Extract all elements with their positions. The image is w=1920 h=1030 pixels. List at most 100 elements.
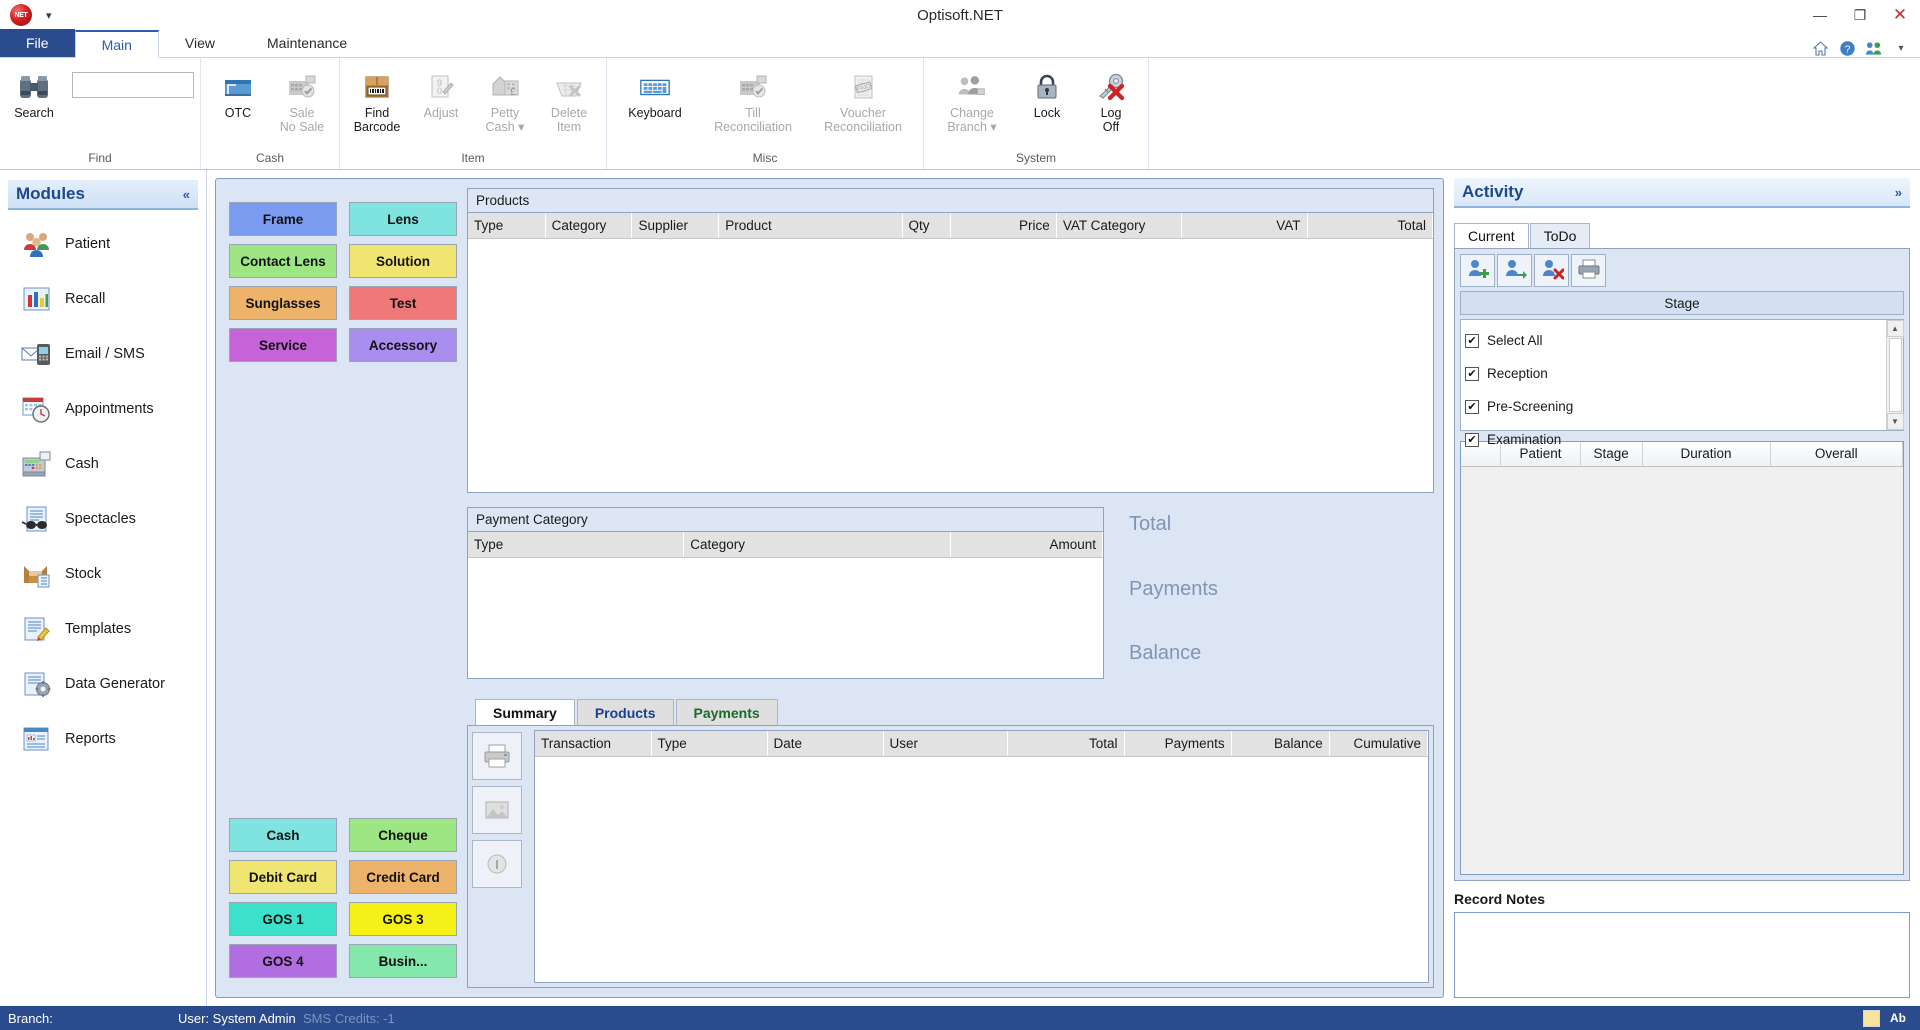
- payment-category-body[interactable]: [468, 557, 1103, 678]
- sale-button[interactable]: Sale No Sale: [271, 66, 333, 142]
- voucher-reconciliation-button[interactable]: PAID Voucher Reconciliation: [809, 66, 917, 142]
- stage-item-examination[interactable]: ✔ Examination: [1465, 423, 1886, 456]
- sidebar-collapse-icon[interactable]: «: [183, 187, 190, 202]
- payment-button-gos-1[interactable]: GOS 1: [229, 902, 337, 936]
- payment-button-gos-3[interactable]: GOS 3: [349, 902, 457, 936]
- printer-icon[interactable]: [472, 732, 522, 780]
- stage-button[interactable]: Stage: [1460, 291, 1904, 315]
- col-type[interactable]: Type: [468, 213, 546, 239]
- category-button-sunglasses[interactable]: Sunglasses: [229, 286, 337, 320]
- col-vat-category[interactable]: VAT Category: [1056, 213, 1183, 239]
- otc-button[interactable]: OTC: [207, 66, 269, 142]
- tab-main[interactable]: Main: [74, 30, 159, 58]
- add-patient-button[interactable]: [1460, 254, 1495, 287]
- help-icon[interactable]: ?: [1838, 39, 1856, 57]
- category-button-contact-lens[interactable]: Contact Lens: [229, 244, 337, 278]
- col-cumulative[interactable]: Cumulative: [1329, 731, 1429, 757]
- col-qty[interactable]: Qty: [902, 213, 951, 239]
- till-reconciliation-button[interactable]: Till Reconciliation: [699, 66, 807, 142]
- sidebar-item-patient[interactable]: Patient: [0, 216, 206, 271]
- restore-button[interactable]: ❐: [1840, 0, 1880, 30]
- close-button[interactable]: ✕: [1880, 0, 1920, 30]
- stage-list-scrollbar[interactable]: ▲ ▼: [1886, 320, 1904, 430]
- delete-item-button[interactable]: Delete Item: [538, 66, 600, 142]
- payment-button-business[interactable]: Busin...: [349, 944, 457, 978]
- col-type[interactable]: Type: [651, 731, 768, 757]
- category-button-lens[interactable]: Lens: [349, 202, 457, 236]
- scroll-down-icon[interactable]: ▼: [1886, 413, 1904, 430]
- tab-products[interactable]: Products: [576, 699, 674, 725]
- payment-button-debit-card[interactable]: Debit Card: [229, 860, 337, 894]
- scrollbar-thumb[interactable]: [1888, 338, 1902, 412]
- col-payments[interactable]: Payments: [1124, 731, 1232, 757]
- products-grid-body[interactable]: [468, 238, 1433, 492]
- stage-item-pre-screening[interactable]: ✔ Pre-Screening: [1465, 390, 1886, 423]
- export-icon[interactable]: [472, 786, 522, 834]
- minimize-button[interactable]: —: [1800, 0, 1840, 30]
- home-icon[interactable]: [1811, 39, 1829, 57]
- col-category[interactable]: Category: [545, 213, 633, 239]
- log-off-button[interactable]: Log Off: [1080, 66, 1142, 142]
- adjust-button[interactable]: 9 0 Adjust: [410, 66, 472, 142]
- sidebar-item-spectacles[interactable]: Spectacles: [0, 491, 206, 546]
- col-date[interactable]: Date: [767, 731, 884, 757]
- payment-button-cash[interactable]: Cash: [229, 818, 337, 852]
- category-button-accessory[interactable]: Accessory: [349, 328, 457, 362]
- col-user[interactable]: User: [883, 731, 1009, 757]
- category-button-service[interactable]: Service: [229, 328, 337, 362]
- col-amount[interactable]: Amount: [950, 532, 1104, 558]
- print-button[interactable]: [1571, 254, 1606, 287]
- col-category[interactable]: Category: [683, 532, 951, 558]
- people-icon[interactable]: [1865, 39, 1883, 57]
- col-type[interactable]: Type: [468, 532, 685, 558]
- category-button-solution[interactable]: Solution: [349, 244, 457, 278]
- col-total[interactable]: Total: [1307, 213, 1434, 239]
- app-logo-icon[interactable]: NET: [10, 4, 32, 26]
- remove-patient-button[interactable]: [1534, 254, 1569, 287]
- tab-view[interactable]: View: [159, 29, 241, 57]
- payment-button-credit-card[interactable]: Credit Card: [349, 860, 457, 894]
- sidebar-item-data-generator[interactable]: Data Generator: [0, 656, 206, 711]
- sidebar-item-cash[interactable]: Cash: [0, 436, 206, 491]
- lock-button[interactable]: Lock: [1016, 66, 1078, 142]
- change-branch-button[interactable]: Change Branch ▾: [930, 66, 1014, 142]
- info-icon[interactable]: [472, 840, 522, 888]
- payment-button-gos-4[interactable]: GOS 4: [229, 944, 337, 978]
- stage-item-select-all[interactable]: ✔ Select All: [1465, 324, 1886, 357]
- col-price[interactable]: Price: [950, 213, 1057, 239]
- move-patient-button[interactable]: [1497, 254, 1532, 287]
- find-barcode-button[interactable]: Find Barcode: [346, 66, 408, 142]
- quick-access-caret-icon[interactable]: ▾: [42, 9, 56, 22]
- col-vat[interactable]: VAT: [1181, 213, 1308, 239]
- tab-payments[interactable]: Payments: [675, 699, 778, 725]
- sidebar-item-stock[interactable]: Stock: [0, 546, 206, 601]
- petty-cash-button[interactable]: £ Petty Cash ▾: [474, 66, 536, 142]
- category-button-frame[interactable]: Frame: [229, 202, 337, 236]
- scroll-up-icon[interactable]: ▲: [1886, 320, 1904, 337]
- record-notes-box[interactable]: [1454, 912, 1910, 998]
- checkbox[interactable]: ✔: [1465, 399, 1479, 414]
- sidebar-item-recall[interactable]: Recall: [0, 271, 206, 326]
- sidebar-item-email-sms[interactable]: Email / SMS: [0, 326, 206, 381]
- activity-expand-icon[interactable]: »: [1895, 185, 1902, 200]
- stage-item-reception[interactable]: ✔ Reception: [1465, 357, 1886, 390]
- keyboard-button[interactable]: Keyboard: [613, 66, 697, 142]
- tab-summary[interactable]: Summary: [475, 699, 575, 725]
- sidebar-item-appointments[interactable]: Appointments: [0, 381, 206, 436]
- tab-todo[interactable]: ToDo: [1529, 223, 1591, 248]
- ribbon-collapse-icon[interactable]: ▾: [1892, 39, 1910, 57]
- payment-button-cheque[interactable]: Cheque: [349, 818, 457, 852]
- col-total[interactable]: Total: [1007, 731, 1125, 757]
- search-button[interactable]: Search: [6, 66, 62, 142]
- col-product[interactable]: Product: [718, 213, 903, 239]
- col-balance[interactable]: Balance: [1231, 731, 1330, 757]
- sidebar-item-reports[interactable]: Reports: [0, 711, 206, 766]
- checkbox[interactable]: ✔: [1465, 366, 1479, 381]
- tab-maintenance[interactable]: Maintenance: [241, 29, 373, 57]
- tab-current[interactable]: Current: [1454, 223, 1529, 248]
- search-input[interactable]: [72, 72, 194, 98]
- tab-file[interactable]: File: [0, 29, 75, 57]
- col-supplier[interactable]: Supplier: [631, 213, 720, 239]
- checkbox[interactable]: ✔: [1465, 432, 1479, 447]
- checkbox[interactable]: ✔: [1465, 333, 1479, 348]
